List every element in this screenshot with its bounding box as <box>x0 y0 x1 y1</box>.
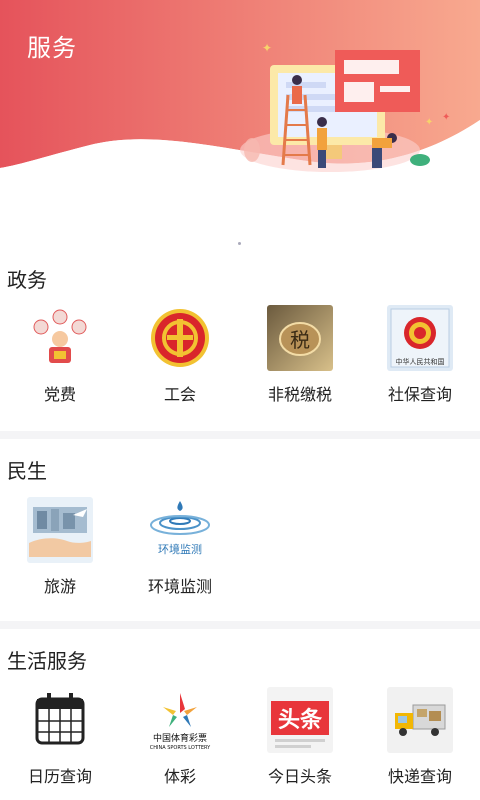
section-title: 民生 <box>7 459 47 483</box>
party-fee-icon <box>27 305 93 371</box>
section-divider <box>0 431 480 439</box>
section-title: 政务 <box>7 268 47 292</box>
service-label: 体彩 <box>163 767 196 786</box>
service-label: 环境监测 <box>147 577 212 596</box>
trade-union-icon <box>147 305 213 371</box>
svg-text:CHINA SPORTS LOTTERY: CHINA SPORTS LOTTERY <box>150 745 211 751</box>
svg-text:✦: ✦ <box>425 117 433 128</box>
service-label: 今日头条 <box>267 767 332 786</box>
service-environment-monitor[interactable]: 环境监测 环境监测 <box>120 497 240 607</box>
carousel-indicator <box>238 242 241 245</box>
service-label: 社保查询 <box>387 385 452 404</box>
service-label: 非税缴税 <box>267 385 332 404</box>
service-label: 旅游 <box>43 577 76 596</box>
service-sports-lottery[interactable]: 中国体育彩票 CHINA SPORTS LOTTERY 体彩 <box>120 687 240 797</box>
svg-text:中国体育彩票: 中国体育彩票 <box>153 732 207 744</box>
service-social-security[interactable]: 中华人民共和国 社保查询 <box>360 305 480 415</box>
hero-banner: ✦ ✦ ✦ 服务 <box>0 0 480 200</box>
section-title: 生活服务 <box>7 649 87 673</box>
service-travel[interactable]: 旅游 <box>0 497 120 607</box>
svg-text:✦: ✦ <box>442 112 450 123</box>
service-party-fee[interactable]: 党费 <box>0 305 120 415</box>
service-label: 工会 <box>163 385 196 404</box>
section-government: 政务 党费 工会 税 非税缴税 中华人民共和国 社保查询 <box>0 255 480 431</box>
sports-lottery-icon: 中国体育彩票 CHINA SPORTS LOTTERY <box>147 687 213 753</box>
service-calendar[interactable]: 日历查询 <box>0 687 120 797</box>
service-toutiao[interactable]: 头条 今日头条 <box>240 687 360 797</box>
toutiao-icon: 头条 <box>267 687 333 753</box>
svg-text:头条: 头条 <box>278 707 323 733</box>
tax-payment-icon: 税 <box>267 305 333 371</box>
svg-text:✦: ✦ <box>262 41 272 55</box>
page-title: 服务 <box>27 34 77 62</box>
svg-text:税: 税 <box>290 328 310 352</box>
svg-text:中华人民共和国: 中华人民共和国 <box>396 357 445 366</box>
section-divider <box>0 621 480 629</box>
travel-icon <box>27 497 93 563</box>
service-tax-payment[interactable]: 税 非税缴税 <box>240 305 360 415</box>
service-label: 党费 <box>43 385 76 404</box>
service-label: 快递查询 <box>387 767 452 786</box>
calendar-icon <box>27 687 93 753</box>
section-life-services: 生活服务 日历查询 中国体育彩票 CHINA SPORTS LOTTERY 体彩… <box>0 629 480 800</box>
svg-text:环境监测: 环境监测 <box>158 542 202 556</box>
express-icon <box>387 687 453 753</box>
section-livelihood: 民生 旅游 环境监测 环境监测 <box>0 439 480 621</box>
social-security-icon: 中华人民共和国 <box>387 305 453 371</box>
service-express[interactable]: 快递查询 <box>360 687 480 797</box>
service-label: 日历查询 <box>27 767 92 786</box>
environment-monitor-icon: 环境监测 <box>147 497 213 563</box>
service-trade-union[interactable]: 工会 <box>120 305 240 415</box>
